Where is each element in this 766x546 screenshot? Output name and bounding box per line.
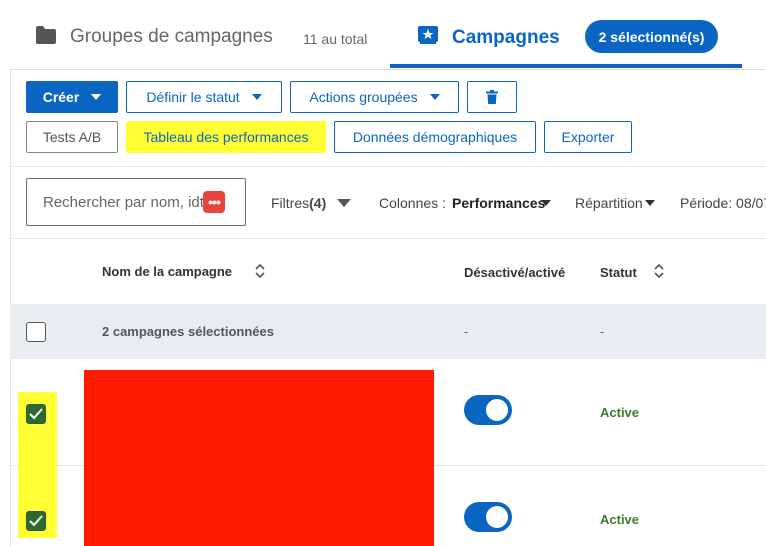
filter-divider: [10, 238, 766, 239]
selection-summary-label: 2 campagnes sélectionnées: [102, 324, 274, 339]
chevron-down-icon: [429, 94, 440, 100]
check-icon: [29, 515, 43, 527]
search-placeholder: Rechercher par nom, idt: [43, 194, 229, 211]
summary-toggle-value: -: [464, 324, 469, 339]
active-tab-indicator: [390, 64, 742, 68]
set-status-label: Définir le statut: [146, 89, 240, 105]
toolbar-divider: [10, 166, 766, 167]
filters-label: Filtres: [271, 195, 310, 211]
ab-tests-button[interactable]: Tests A/B: [26, 121, 118, 153]
campaign-toggle[interactable]: [464, 395, 512, 425]
chevron-down-icon[interactable]: [645, 200, 655, 206]
sort-icon[interactable]: [255, 264, 265, 278]
status-badge: Active: [600, 512, 640, 527]
campaign-icon: [418, 26, 438, 44]
summary-status-value: -: [600, 324, 605, 339]
status-badge: Active: [600, 405, 640, 420]
row-checkbox[interactable]: [26, 404, 46, 424]
column-header-name[interactable]: Nom de la campagne: [102, 264, 232, 279]
filters-dropdown[interactable]: Filtres(4): [271, 195, 326, 211]
tab-campaigns[interactable]: Campagnes: [452, 27, 560, 49]
trash-icon: [486, 90, 498, 104]
delete-button[interactable]: [467, 81, 517, 113]
create-label: Créer: [42, 89, 80, 105]
toggle-knob: [486, 506, 508, 528]
tab-campaign-groups[interactable]: Groupes de campagnes: [70, 26, 273, 48]
check-icon: [29, 408, 43, 420]
chevron-down-icon[interactable]: [541, 200, 551, 206]
filters-count: (4): [309, 195, 327, 211]
search-placeholder-text: Rechercher par nom, id: [43, 194, 200, 211]
selected-count-badge[interactable]: 2 sélectionné(s): [585, 20, 718, 53]
period-selector[interactable]: Période: 08/07: [680, 195, 766, 211]
bulk-actions-button[interactable]: Actions groupées: [290, 81, 459, 113]
toggle-knob: [486, 399, 508, 421]
export-button[interactable]: Exporter: [544, 121, 632, 153]
row-checkbox[interactable]: [26, 511, 46, 531]
column-header-toggle: Désactivé/activé: [464, 265, 566, 280]
chevron-down-icon[interactable]: [337, 199, 351, 207]
sort-icon[interactable]: [654, 264, 664, 278]
set-status-button[interactable]: Définir le statut: [126, 81, 282, 113]
breakdown-dropdown[interactable]: Répartition: [575, 195, 643, 211]
demographics-button[interactable]: Données démographiques: [334, 121, 536, 153]
select-all-checkbox[interactable]: [26, 322, 46, 342]
create-button[interactable]: Créer: [26, 81, 118, 113]
performance-chart-button[interactable]: Tableau des performances: [126, 121, 326, 153]
bulk-actions-label: Actions groupées: [309, 89, 418, 105]
redacted-campaign-names: [84, 370, 434, 546]
chevron-down-icon: [91, 94, 102, 100]
columns-label: Colonnes :: [379, 195, 446, 211]
folder-icon: [36, 26, 56, 44]
campaign-groups-count: 11 au total: [303, 31, 368, 47]
columns-dropdown[interactable]: Performances: [452, 195, 545, 211]
chevron-down-icon: [251, 94, 262, 100]
more-dots-icon[interactable]: •••: [203, 191, 225, 213]
campaign-toggle[interactable]: [464, 502, 512, 532]
column-header-status[interactable]: Statut: [600, 265, 637, 280]
